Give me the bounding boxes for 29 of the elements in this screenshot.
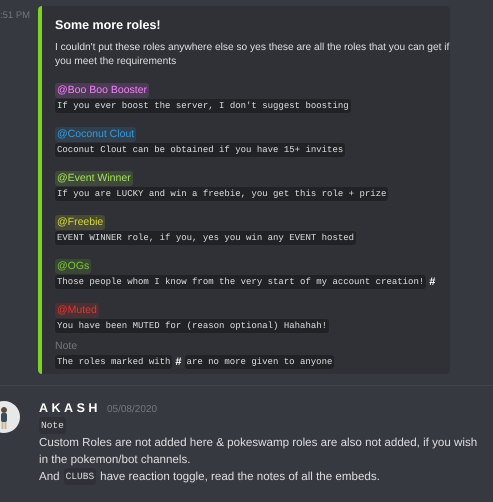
- message-text: in the pokemon/bot channels.: [39, 452, 190, 468]
- inline-code: CLUBS: [64, 468, 96, 485]
- inline-code: Those people whom I know from the very start of my account creation!: [55, 275, 426, 289]
- inline-code: You have been MUTED for (reason optional) Hahahah!: [55, 319, 330, 333]
- role-mention[interactable]: @Event Winner: [55, 171, 133, 186]
- role-mention[interactable]: @OGs: [55, 259, 92, 274]
- embed-description: I couldn't put these roles anywhere else so yes these are all the roles that you can get if you meet the requirements: [55, 41, 450, 69]
- message-text: have reaction toggle, read the notes of all the embeds.: [100, 469, 380, 485]
- role-mention[interactable]: @Freebie: [55, 215, 106, 230]
- hash-mark: #: [175, 356, 182, 368]
- user-avatar[interactable]: [0, 401, 20, 433]
- inline-code: If you ever boost the server, I don't suggest boosting: [55, 99, 351, 113]
- username[interactable]: AKASH: [39, 401, 101, 415]
- inline-code: EVENT WINNER role, if you, yes you win any EVENT hosted: [55, 231, 356, 245]
- role-mention[interactable]: @Boo Boo Booster: [55, 83, 150, 98]
- inline-code: The roles marked with: [55, 355, 172, 369]
- inline-code: are no more given to anyone: [184, 355, 334, 369]
- hash-mark: #: [429, 276, 436, 288]
- inline-code: Note: [39, 417, 66, 434]
- message-text: Custom Roles are not added here & pokeswamp roles are also not added, if you wish: [39, 435, 478, 451]
- timestamp: 05/08/2020: [106, 404, 158, 415]
- embed-title: Some more roles!: [55, 18, 161, 32]
- inline-code: If you are LUCKY and win a freebie, you get this role + prize: [55, 187, 388, 201]
- field-name: Note: [55, 339, 78, 354]
- message-text: And: [39, 469, 60, 485]
- inline-code: Coconut Clout can be obtained if you have 15+ invites: [55, 143, 346, 157]
- timestamp: :51 PM: [0, 9, 32, 21]
- role-mention[interactable]: @Coconut Clout: [55, 127, 136, 142]
- role-mention[interactable]: @Muted: [55, 303, 99, 318]
